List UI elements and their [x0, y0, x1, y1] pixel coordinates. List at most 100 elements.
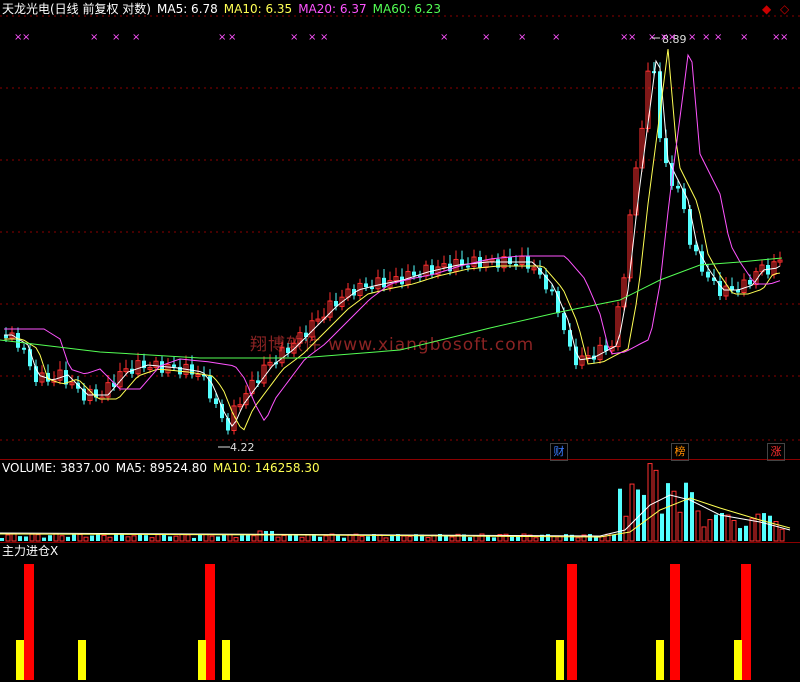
volume-bar — [264, 531, 268, 541]
volume-bar — [720, 513, 724, 541]
volume-bar — [588, 534, 592, 541]
signal-x-marks: × × × × × × × × × × × × × × × × × × × × × × × × × — [14, 32, 788, 43]
signal-bar-high — [670, 564, 680, 680]
volume-bar — [59, 535, 65, 542]
x-mark-glyph: × — [440, 32, 448, 43]
volume-bar — [227, 534, 233, 542]
volume-bar — [101, 534, 107, 542]
x-mark-glyph: × — [702, 32, 710, 43]
volume-bar — [492, 537, 496, 541]
volume-bar — [125, 536, 131, 542]
volume-bar — [83, 536, 89, 542]
volume-bar — [162, 534, 166, 541]
volume-bar — [564, 534, 568, 541]
volume-bar — [179, 533, 185, 542]
volume-bar — [575, 537, 581, 542]
volume-bar — [653, 469, 659, 542]
volume-bar — [281, 535, 287, 542]
x-mark-glyph: × — [90, 32, 98, 43]
volume-bar — [671, 490, 677, 542]
volume-bar — [731, 519, 737, 542]
volume-bar — [48, 535, 52, 541]
volume-bar — [468, 537, 472, 541]
signal-bars — [16, 564, 751, 680]
volume-bar — [342, 537, 346, 541]
volume-bar — [647, 463, 653, 542]
x-mark-glyph: × — [22, 32, 30, 43]
volume-bar — [35, 534, 41, 542]
x-mark-glyph: × — [112, 32, 120, 43]
volume-bars — [0, 463, 785, 542]
volume-bar — [707, 519, 713, 542]
volume-bar — [138, 534, 142, 541]
signal-bar-low — [734, 640, 742, 680]
volume-bar — [131, 535, 137, 542]
candle-body — [574, 346, 578, 366]
candlesticks — [4, 62, 783, 435]
x-mark-glyph: × — [308, 32, 316, 43]
candle-body — [382, 277, 386, 288]
volume-bar — [257, 530, 263, 542]
volume-bar — [714, 514, 718, 541]
volume-bar — [233, 537, 239, 542]
volume-bar — [77, 533, 83, 542]
volume-bar — [677, 511, 683, 542]
volume-bar — [383, 537, 389, 542]
candle-body — [364, 283, 368, 288]
volume-bar — [533, 537, 539, 542]
moving-average-lines — [0, 48, 783, 431]
x-mark-glyph: × — [628, 32, 636, 43]
volume-bar — [642, 494, 646, 541]
volume-bar — [120, 534, 124, 541]
volume-bar — [72, 534, 76, 541]
volume-bar — [5, 534, 11, 542]
candle-body — [730, 286, 734, 290]
volume-bar — [107, 536, 113, 542]
volume-bar — [695, 510, 701, 542]
volume-bar — [11, 533, 17, 542]
volume-bar — [198, 534, 202, 541]
volume-bar — [666, 483, 670, 541]
signal-bar-low — [198, 640, 206, 680]
volume-bar — [449, 536, 455, 542]
volume-bar — [192, 537, 196, 541]
volume-bar — [629, 483, 635, 542]
candle-body — [706, 271, 710, 278]
candle-body — [430, 265, 434, 275]
volume-bar — [209, 535, 215, 542]
volume-bar — [185, 534, 191, 542]
candle-body — [676, 185, 680, 189]
x-mark-glyph: × — [552, 32, 560, 43]
volume-bar — [216, 536, 220, 541]
signal-bar-low — [222, 640, 230, 680]
volume-bar — [401, 535, 407, 542]
volume-bar — [768, 515, 772, 541]
signal-bar-high — [205, 564, 215, 680]
volume-bar — [366, 536, 370, 541]
volume-bar — [144, 535, 148, 541]
candle-body — [562, 313, 566, 331]
candle-body — [550, 289, 554, 292]
x-mark-glyph: × — [320, 32, 328, 43]
candle-body — [16, 332, 20, 348]
volume-bar — [660, 513, 664, 541]
volume-bar — [510, 536, 514, 541]
volume-bar — [251, 535, 257, 542]
x-mark-glyph: × — [518, 32, 526, 43]
chart-canvas[interactable]: × × × × × × × × × × × × × × × × × × × × × × × × × — [0, 0, 800, 682]
signal-bar-low — [656, 640, 664, 680]
low-marker-line — [218, 37, 660, 448]
x-mark-glyph: × — [132, 32, 140, 43]
volume-bar — [755, 513, 761, 542]
volume-bar — [762, 513, 766, 541]
volume-bar — [521, 533, 527, 542]
volume-bar — [779, 528, 785, 542]
volume-bar — [275, 536, 281, 542]
candle-body — [466, 265, 470, 268]
volume-bar — [299, 536, 305, 542]
volume-bar — [546, 534, 550, 541]
volume-bar — [738, 528, 742, 541]
volume-bar — [149, 537, 155, 542]
volume-bar — [0, 538, 4, 541]
volume-bar — [114, 534, 118, 541]
